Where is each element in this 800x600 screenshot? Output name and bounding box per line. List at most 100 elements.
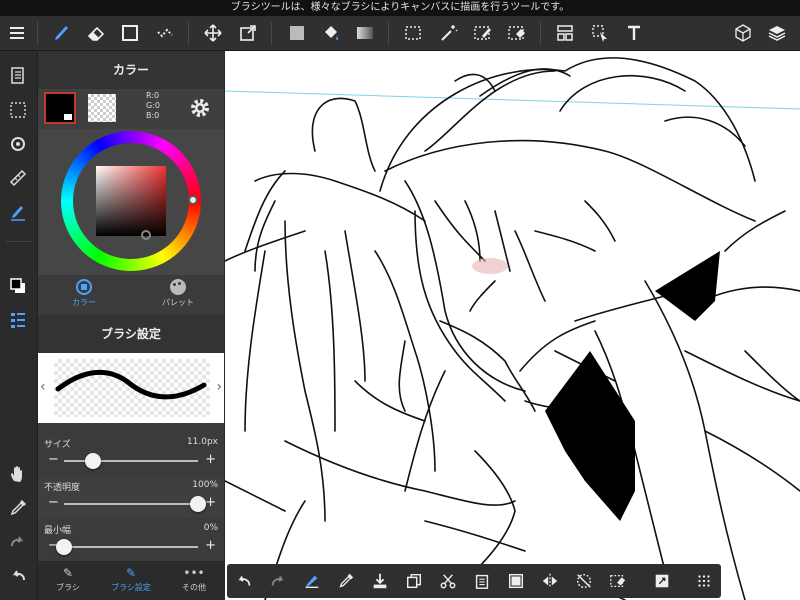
slider-row: サイズ 11.0px − + [38,433,224,475]
slider-row: 不透明度 100% − + [38,476,224,518]
increase-button[interactable]: + [205,538,216,553]
color-swatch-icon[interactable] [5,273,31,299]
layers-icon[interactable] [764,20,790,46]
tab-brush-settings[interactable]: ✎ ブラシ設定 [100,566,162,593]
tab-other-label: その他 [182,583,206,592]
brush-small-icon: ✎ [62,566,74,580]
transform-icon[interactable] [235,20,261,46]
rgb-g: G:0 [146,101,160,110]
slider-track[interactable] [64,546,198,548]
status-message: ブラシツールは、様々なブラシによりキャンバスに描画を行うツールです。 [230,2,570,13]
fill-rect-icon[interactable] [284,20,310,46]
brush-tab-bar: ✎ ブラシ ✎ ブラシ設定 ••• その他 [38,561,224,600]
color-tab-bar: カラー パレット [38,275,224,315]
layer-list-icon[interactable] [5,307,31,333]
select-icon[interactable] [400,20,426,46]
flip-horizontal-icon[interactable] [537,568,563,594]
slider-row: 最小幅 0% − + [38,519,224,561]
hue-cursor[interactable] [188,195,198,205]
prev-brush-chevron-icon[interactable]: ‹ [40,379,46,395]
brush-stroke-preview [55,369,207,400]
ruler-icon[interactable] [5,165,31,191]
slider-label: 不透明度 [44,483,81,493]
dot-icon[interactable] [152,20,178,46]
undo-icon[interactable] [5,563,31,589]
paste-icon[interactable] [469,568,495,594]
fill-selection-icon[interactable] [503,568,529,594]
snap-icon[interactable] [5,131,31,157]
status-bar: ブラシツールは、様々なブラシによりキャンバスに描画を行うツールです。 [0,0,800,16]
increase-button[interactable]: + [205,452,216,467]
color-wheel-area [38,129,224,275]
color-panel-title: カラー [38,51,224,89]
tab-color[interactable]: カラー [58,279,110,308]
eraser-icon[interactable] [83,20,109,46]
cut-icon[interactable] [435,568,461,594]
foreground-color-swatch[interactable] [44,92,76,124]
text-icon[interactable] [621,20,647,46]
increase-button[interactable]: + [205,495,216,510]
select-pen-icon[interactable] [470,20,496,46]
decrease-button[interactable]: − [48,452,59,467]
tab-brush-settings-label: ブラシ設定 [111,583,151,592]
tab-brush[interactable]: ✎ ブラシ [42,566,94,593]
tab-color-label: カラー [72,298,96,307]
slider-label: 最小幅 [44,526,72,536]
operation-icon[interactable] [587,20,613,46]
pages-icon[interactable] [5,63,31,89]
frame-icon[interactable] [552,20,578,46]
rgb-r: R:0 [146,91,160,100]
undo-icon[interactable] [231,568,257,594]
select-eraser-icon[interactable] [605,568,631,594]
more-icon: ••• [183,566,205,580]
transform-selection-icon[interactable] [649,568,675,594]
top-toolbar [0,16,800,51]
palette-icon [170,279,186,295]
copy-icon[interactable] [401,568,427,594]
bottom-action-bar [227,564,721,598]
download-icon[interactable] [367,568,393,594]
color-swatch-row: R:0 G:0 B:0 [38,89,224,129]
slider-label: サイズ [44,440,71,450]
menu-icon[interactable] [4,20,30,46]
clear-stroke-icon[interactable] [299,568,325,594]
deselect-icon[interactable] [571,568,597,594]
brush-preview[interactable]: ‹ › [38,353,224,423]
select-eraser-icon[interactable] [504,20,530,46]
redo-icon[interactable] [265,568,291,594]
slider-track[interactable] [64,460,198,462]
brush-panel-title: ブラシ設定 [38,315,224,353]
eyedropper-icon[interactable] [333,568,359,594]
drawing-canvas[interactable] [225,51,800,600]
next-brush-chevron-icon[interactable]: › [216,379,222,395]
tab-brush-label: ブラシ [56,583,80,592]
tab-other[interactable]: ••• その他 [168,566,220,593]
pen-stabilizer-icon[interactable] [5,199,31,225]
slider-value: 11.0px [186,437,218,447]
tab-palette[interactable]: パレット [152,279,204,308]
saturation-value-square[interactable] [96,166,166,236]
gradient-icon[interactable] [352,20,378,46]
more-grid-icon[interactable] [691,568,717,594]
redo-icon[interactable] [5,529,31,555]
eyedropper-icon[interactable] [5,495,31,521]
hand-icon[interactable] [5,461,31,487]
magic-wand-icon[interactable] [436,20,462,46]
background-color-swatch[interactable] [88,94,116,122]
move-icon[interactable] [200,20,226,46]
slider-knob[interactable] [85,453,102,469]
side-panel: カラー R:0 G:0 B:0 カラー パレット ブラシ設定 ‹ › サイズ 11 [38,51,224,600]
slider-track[interactable] [64,503,198,505]
rgb-b: B:0 [146,111,160,120]
bucket-icon[interactable] [318,20,344,46]
decrease-button[interactable]: − [48,495,59,510]
color-settings-gear-icon[interactable] [188,96,212,120]
color-cursor[interactable] [141,230,151,240]
slider-knob[interactable] [190,496,206,512]
slider-knob[interactable] [56,539,72,555]
brush-settings-icon: ✎ [125,566,137,580]
rectangle-icon[interactable] [117,20,143,46]
brush-icon[interactable] [48,20,74,46]
3d-icon[interactable] [730,20,756,46]
selection-layer-icon[interactable] [5,97,31,123]
